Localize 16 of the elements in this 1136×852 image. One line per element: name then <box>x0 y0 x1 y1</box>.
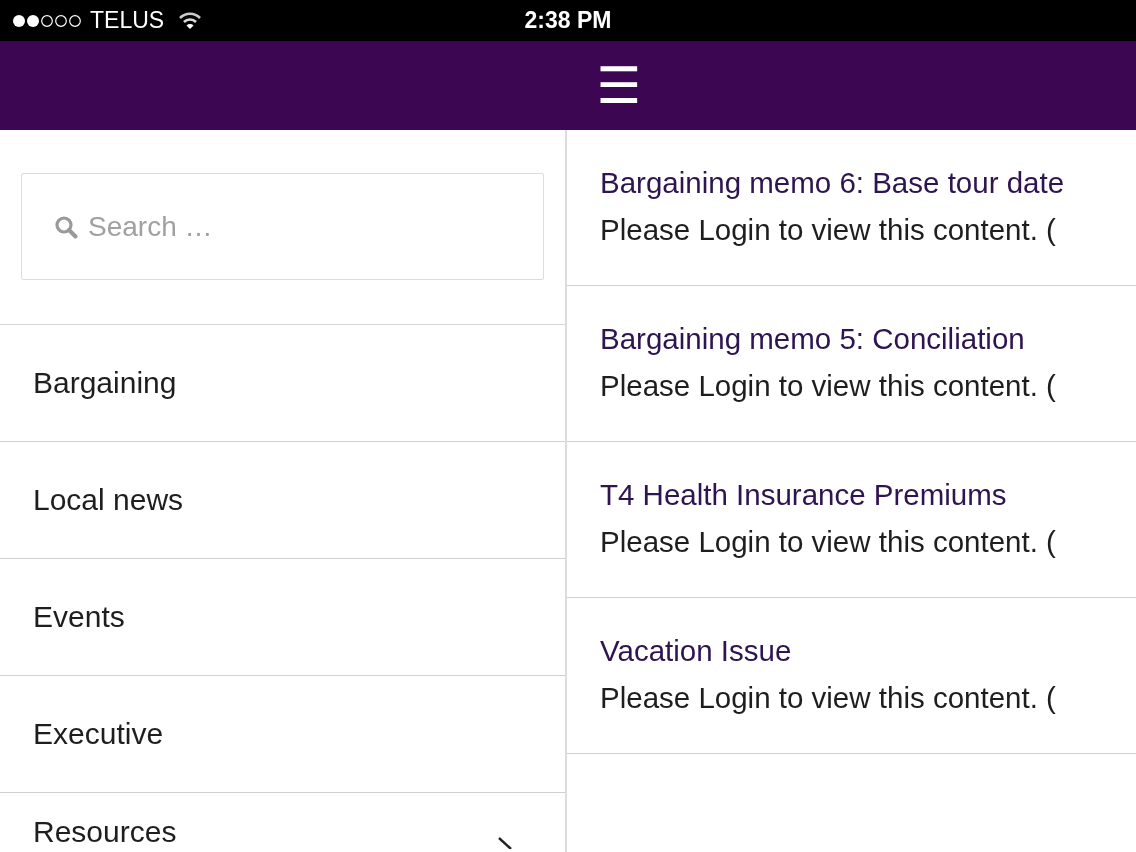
post-title-link[interactable]: Bargaining memo 6: Base tour date <box>600 164 1065 202</box>
post-excerpt: Please Login to view this content. ( <box>600 524 1056 560</box>
post-excerpt: Please Login to view this content. ( <box>600 680 1056 716</box>
post-excerpt: Please Login to view this content. ( <box>600 212 1056 248</box>
menu-button[interactable]: ☰ <box>592 60 646 111</box>
post-title-link[interactable]: Bargaining memo 5: Conciliation <box>600 320 1025 358</box>
signal-icon <box>12 13 84 28</box>
post-excerpt: Please Login to view this content. ( <box>600 368 1056 404</box>
search-icon <box>54 215 78 239</box>
carrier-name: TELUS <box>90 7 165 34</box>
clock-time: 2:38 PM <box>524 7 612 34</box>
wifi-icon <box>178 11 203 30</box>
post-title-link[interactable]: Vacation Issue <box>600 632 792 670</box>
search-field[interactable]: Search … <box>21 173 544 280</box>
post-title-link[interactable]: T4 Health Insurance Premiums <box>600 476 1007 514</box>
nav-item[interactable]: Resources <box>0 793 565 851</box>
